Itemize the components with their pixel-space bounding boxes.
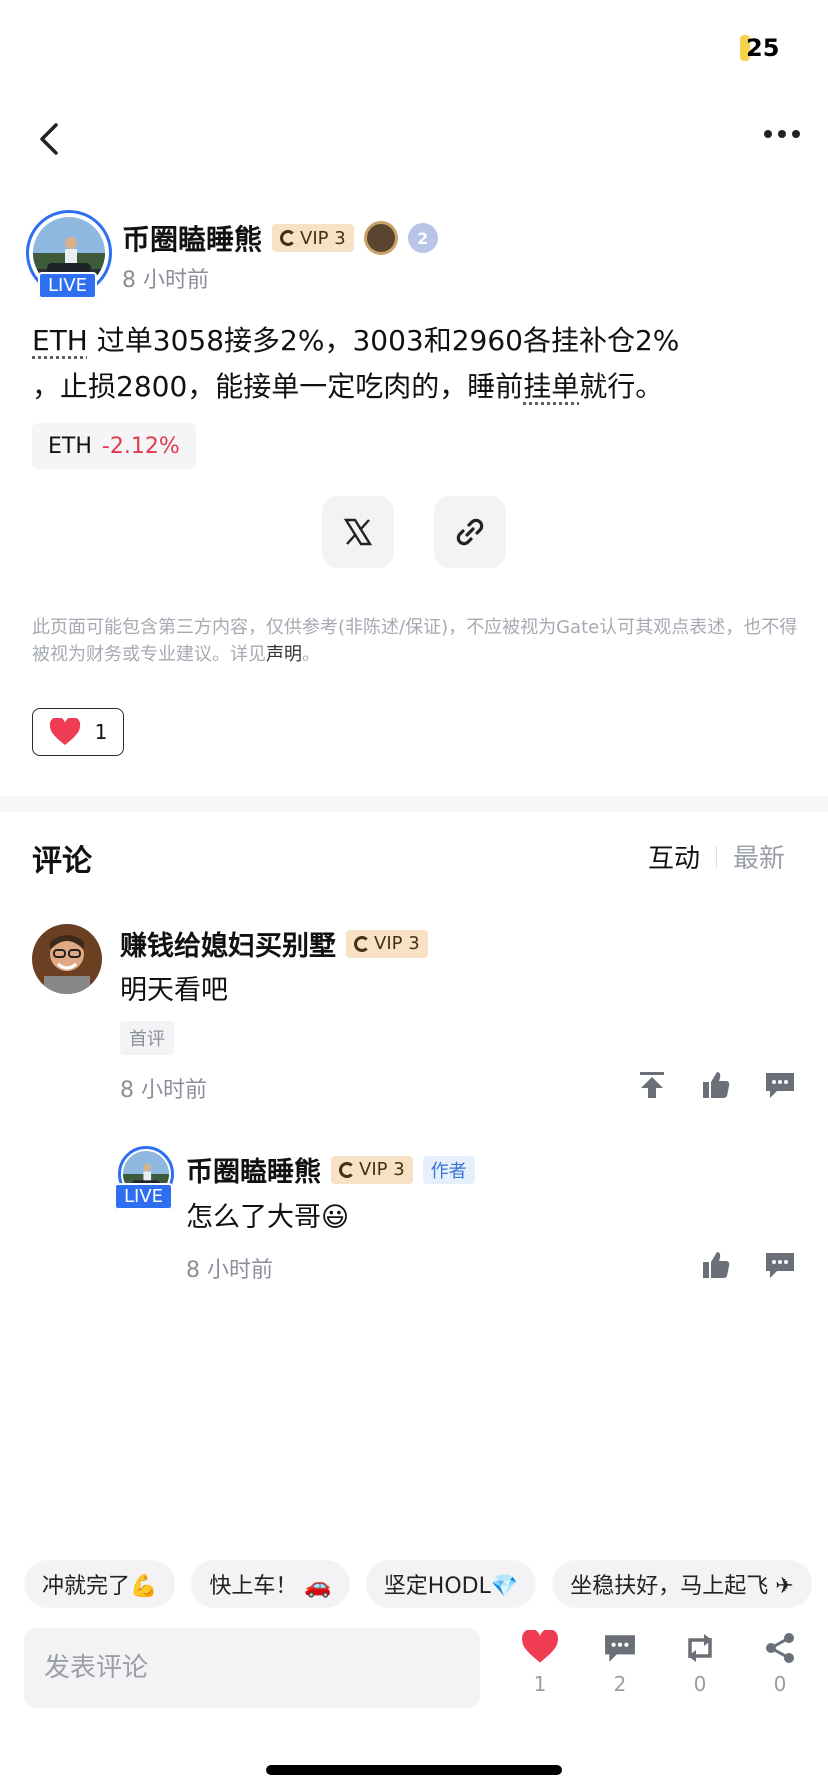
post-time: 8 小时前	[122, 268, 209, 293]
first-comment-tag: 首评	[120, 1021, 174, 1055]
comment-bubble-icon	[766, 1253, 794, 1278]
live-badge[interactable]: LIVE	[38, 272, 98, 299]
vip-badge: VIP 3	[346, 929, 428, 958]
comments-title: 评论	[32, 844, 92, 879]
sort-divider	[716, 845, 718, 868]
disclaimer: 此页面可能包含第三方内容，仅供参考(非陈述/保证)，不应被视为Gate认可其观点…	[32, 617, 798, 665]
author-row: 币圈瞌睡熊 VIP 3 2	[122, 218, 438, 258]
quick-reply-chip[interactable]: 快上车！ 🚗	[191, 1560, 350, 1608]
level-badge: 2	[407, 223, 438, 253]
share-icon	[766, 1633, 794, 1663]
comment-sort: 互动 最新	[648, 838, 785, 875]
pin-top-icon	[640, 1072, 664, 1098]
share-count: 0	[773, 1672, 787, 1696]
comment-header: 赚钱给媳妇买别墅 VIP 3	[120, 924, 428, 963]
comment-time: 8 小时前	[120, 1078, 207, 1103]
reply-button[interactable]	[762, 1067, 798, 1103]
thumbs-up-icon	[703, 1072, 730, 1098]
author-name[interactable]: 币圈瞌睡熊	[122, 218, 262, 258]
vip-badge: VIP 3	[331, 1155, 413, 1184]
reply-text: 怎么了大哥😃	[186, 1202, 350, 1233]
term-link[interactable]: 挂单	[523, 370, 579, 403]
reply-like-button[interactable]	[698, 1247, 734, 1283]
reply-header: 币圈瞌睡熊 VIP 3 作者	[186, 1150, 475, 1189]
like-button[interactable]: 1	[32, 708, 124, 756]
comment-bubble-icon	[766, 1073, 794, 1098]
share-x-button[interactable]	[322, 496, 394, 568]
repost-count: 0	[693, 1672, 707, 1696]
rank-medal-icon	[363, 221, 398, 255]
vip-icon	[354, 935, 370, 952]
post-content: ETH 过单3058接多2%，3003和2960各挂补仓2% ，止损2800，能接…	[32, 324, 680, 403]
coin-change: -2.12%	[101, 433, 180, 459]
reply-author-name[interactable]: 币圈瞌睡熊	[186, 1150, 321, 1189]
more-options-button[interactable]	[764, 127, 804, 141]
quick-reply-chip[interactable]: 冲就完了💪	[24, 1560, 176, 1608]
dot-icon	[764, 130, 772, 138]
dot-icon	[778, 130, 786, 138]
vip-badge: VIP 3	[272, 224, 354, 252]
comment-bubble-icon	[605, 1635, 635, 1662]
coin-symbol: ETH	[48, 433, 92, 459]
pin-button[interactable]	[634, 1067, 670, 1103]
bottom-repost-button[interactable]: 0	[670, 1632, 730, 1696]
reply-live-badge[interactable]: LIVE	[114, 1183, 174, 1210]
eth-link[interactable]: ETH	[32, 324, 88, 357]
bottom-share-button[interactable]: 0	[750, 1632, 810, 1696]
quick-reply-chip[interactable]: 坚定HODL💎	[365, 1560, 537, 1608]
comment-input[interactable]	[24, 1628, 480, 1708]
reply-time: 8 小时前	[186, 1258, 273, 1283]
sort-latest-tab[interactable]: 最新	[733, 838, 785, 875]
like-count: 1	[94, 720, 108, 744]
commenter-avatar[interactable]	[32, 924, 102, 994]
bottom-comment-button[interactable]: 2	[590, 1632, 650, 1696]
home-indicator	[266, 1765, 562, 1775]
quick-reply-chip[interactable]: 坐稳扶好，马上起飞 ✈	[552, 1560, 812, 1608]
like-count: 1	[533, 1672, 547, 1696]
coin-chip[interactable]: ETH -2.12%	[32, 423, 196, 469]
comment-count: 2	[613, 1672, 627, 1696]
author-tag: 作者	[422, 1155, 475, 1184]
sort-interactive-tab[interactable]: 互动	[648, 838, 700, 875]
heart-icon	[522, 1630, 558, 1663]
battery-level: 25	[746, 34, 780, 62]
heart-icon	[49, 718, 80, 745]
chevron-left-icon	[40, 123, 58, 155]
link-icon	[456, 518, 484, 546]
commenter-name[interactable]: 赚钱给媳妇买别墅	[120, 924, 336, 963]
vip-icon	[339, 1161, 355, 1178]
comment-text: 明天看吧	[120, 975, 228, 1006]
quick-replies: 冲就完了💪 快上车！ 🚗 坚定HODL💎 坐稳扶好，马上起飞 ✈	[24, 1560, 812, 1608]
x-logo-icon	[343, 518, 373, 546]
repost-icon	[688, 1634, 712, 1662]
disclaimer-link[interactable]: 声明	[266, 644, 302, 665]
dot-icon	[792, 130, 800, 138]
copy-link-button[interactable]	[434, 496, 506, 568]
comment-like-button[interactable]	[698, 1067, 734, 1103]
back-button[interactable]	[36, 122, 62, 156]
bottom-like-button[interactable]: 1	[510, 1630, 570, 1696]
section-divider	[0, 796, 828, 812]
battery-indicator: 25	[740, 34, 779, 62]
vip-icon	[280, 230, 297, 246]
reply-reply-button[interactable]	[762, 1247, 798, 1283]
thumbs-up-icon	[703, 1252, 730, 1278]
